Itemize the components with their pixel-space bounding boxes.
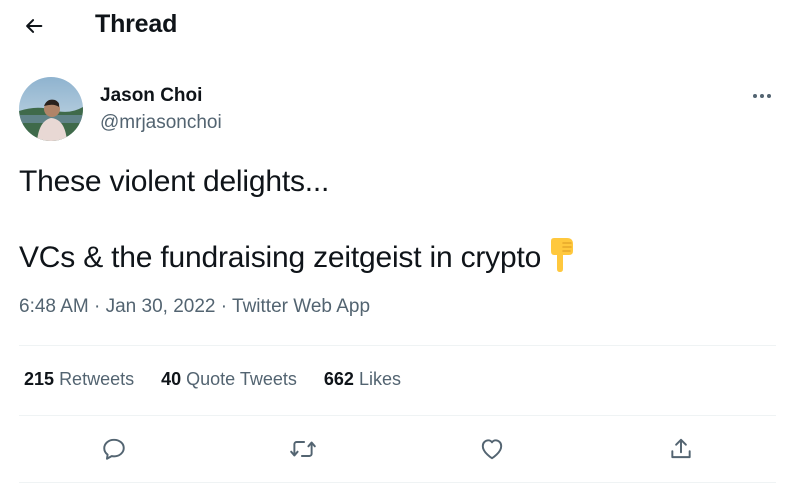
thread-header: Thread (0, 0, 800, 53)
arrow-left-icon (26, 19, 43, 33)
tweet-date[interactable]: Jan 30, 2022 (106, 296, 216, 317)
heart-icon (481, 439, 503, 460)
likes-stat[interactable]: 662 Likes (324, 369, 401, 390)
more-options-button[interactable] (744, 78, 780, 114)
quote-tweets-stat[interactable]: 40 Quote Tweets (161, 369, 297, 390)
tweet-source[interactable]: Twitter Web App (232, 296, 370, 317)
back-button[interactable] (16, 8, 52, 44)
tweet-meta: 6:48 AM · Jan 30, 2022 · Twitter Web App (19, 296, 370, 318)
quote-tweets-label: Quote Tweets (186, 369, 297, 389)
more-icon (753, 94, 771, 98)
divider (19, 345, 776, 346)
likes-count: 662 (323, 369, 354, 389)
tweet-text-line-2: VCs & the fundraising zeitgeist in crypt… (19, 237, 759, 283)
author-name[interactable]: Jason Choi (100, 85, 202, 107)
reply-icon (103, 438, 125, 460)
share-button[interactable] (663, 431, 699, 467)
page-title: Thread (95, 10, 178, 38)
divider (19, 482, 776, 483)
retweets-count: 215 (24, 369, 55, 389)
reply-button[interactable] (96, 431, 132, 467)
tweet-time[interactable]: 6:48 AM (19, 296, 89, 317)
meta-separator-1: · (94, 296, 101, 317)
tweet-text-line-1: These violent delights... (19, 165, 330, 198)
pointing-down-emoji-icon (547, 237, 579, 283)
tweet-text-line-2-text: VCs & the fundraising zeitgeist in crypt… (19, 241, 542, 274)
quote-tweets-count: 40 (161, 369, 182, 389)
retweet-icon (290, 441, 316, 457)
tweet-stats: 215 Retweets 40 Quote Tweets 662 Likes (24, 369, 428, 390)
avatar-image (19, 77, 83, 141)
likes-label: Likes (358, 369, 401, 389)
retweets-label: Retweets (59, 369, 135, 389)
retweets-stat[interactable]: 215 Retweets (24, 369, 134, 390)
share-icon (671, 438, 691, 459)
like-button[interactable] (474, 431, 510, 467)
divider (19, 415, 776, 416)
meta-separator-2: · (220, 296, 228, 317)
avatar[interactable] (19, 77, 83, 141)
retweet-button[interactable] (285, 431, 321, 467)
tweet-text: These violent delights... VCs & the fund… (19, 163, 759, 283)
author-handle[interactable]: @mrjasonchoi (100, 112, 222, 134)
